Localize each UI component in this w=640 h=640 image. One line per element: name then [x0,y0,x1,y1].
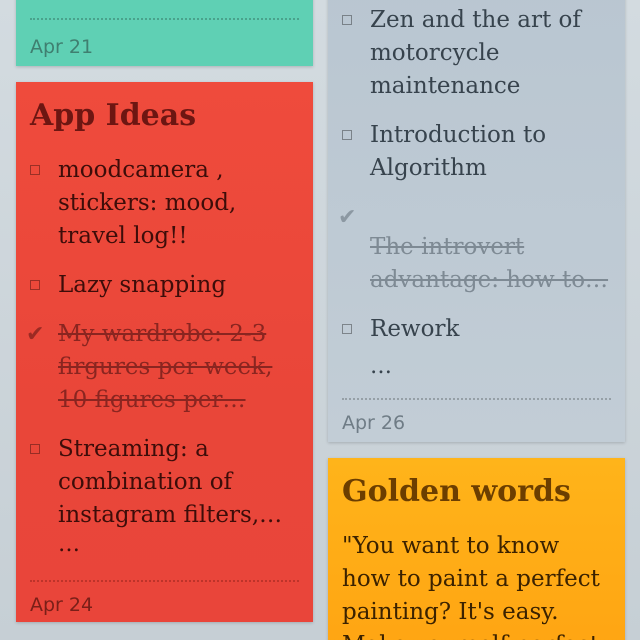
note-title: Golden words [342,474,571,509]
checklist-item[interactable]: Lazy snapping [16,269,313,302]
checklist: moodcamera , stickers: mood, travel log!… [16,154,313,548]
checklist-item-text: Introduction to Algorithm [370,122,547,181]
note-date: Apr 21 [30,36,94,58]
checklist-item[interactable]: Zen and the art of motorcycle maintenanc… [328,4,625,103]
checkbox-empty-icon[interactable] [30,280,40,290]
checklist-item[interactable]: Streaming: a combination of instagram fi… [16,433,313,532]
checklist-item-text: Streaming: a combination of instagram fi… [58,436,283,528]
checkbox-empty-icon[interactable] [342,15,352,25]
note-divider [342,398,611,400]
checklist-item-checked[interactable]: ✔ My wardrobe: 2-3 firgures per week, 10… [16,318,313,417]
checklist-item-text: Lazy snapping [58,272,227,298]
checkmark-icon[interactable]: ✔ [338,201,356,234]
note-divider [30,18,299,20]
checklist-item-checked[interactable]: ✔ The introvert advantage: how to… [328,201,625,297]
more-items-ellipsis: … [58,532,80,557]
checkmark-icon[interactable]: ✔ [26,318,44,351]
checklist-item-text: Rework [370,316,460,342]
more-items-ellipsis: … [370,354,392,379]
checklist-item[interactable]: Introduction to Algorithm [328,119,625,185]
note-divider [30,580,299,582]
checked-spacer [370,201,613,231]
note-card-app-ideas[interactable]: App Ideas moodcamera , stickers: mood, t… [16,82,313,622]
checkbox-empty-icon[interactable] [30,444,40,454]
checklist-item-text: moodcamera , stickers: mood, travel log!… [58,157,237,249]
note-card-teal[interactable]: Apr 21 [16,0,313,66]
checkbox-empty-icon[interactable] [342,324,352,334]
notes-board: Apr 21 App Ideas moodcamera , stickers: … [0,0,640,640]
note-date: Apr 26 [342,412,406,434]
note-body-text: "You want to know how to paint a perfect… [342,533,600,640]
checkbox-empty-icon[interactable] [30,165,40,175]
checklist-item-text: The introvert advantage: how to… [370,234,609,293]
note-card-books[interactable]: Zen and the art of motorcycle maintenanc… [328,0,625,442]
note-title: App Ideas [30,98,197,133]
checkbox-empty-icon[interactable] [342,130,352,140]
checklist-item[interactable]: Rework [328,313,625,346]
checklist-item[interactable]: moodcamera , stickers: mood, travel log!… [16,154,313,253]
note-card-golden-words[interactable]: Golden words "You want to know how to pa… [328,458,625,640]
checklist-item-text: Zen and the art of motorcycle maintenanc… [370,7,581,99]
note-date: Apr 24 [30,594,94,616]
checklist-item-text: My wardrobe: 2-3 firgures per week, 10 f… [58,321,273,413]
checklist: Zen and the art of motorcycle maintenanc… [328,4,625,362]
